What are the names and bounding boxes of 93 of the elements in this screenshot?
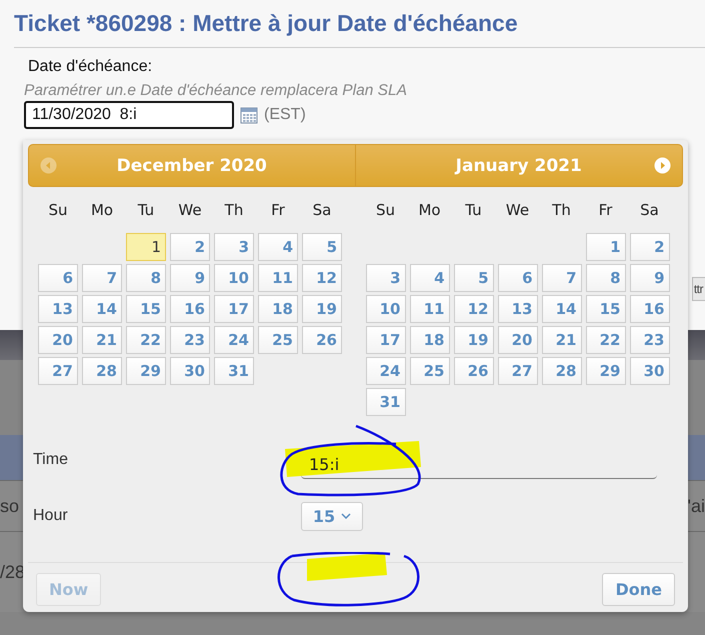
day-cell[interactable]: 17 [214,295,254,323]
day-cell[interactable]: 4 [258,233,298,261]
day-cell[interactable]: 29 [126,357,166,385]
day-cell[interactable]: 2 [630,233,670,261]
done-button[interactable]: Done [602,573,675,606]
day-cell[interactable]: 15 [126,295,166,323]
day-cell[interactable]: 22 [586,326,626,354]
day-cell[interactable]: 12 [302,264,342,292]
day-cell[interactable]: 8 [126,264,166,292]
day-cell[interactable]: 25 [258,326,298,354]
day-cell[interactable]: 13 [38,295,78,323]
dialog-title: Ticket *860298 : Mettre à jour Date d'échéance [13,9,519,38]
field-hint: Paramétrer un.e Date d'échéance remplacera Plan SLA [24,82,407,100]
partial-text: so [0,496,20,516]
day-cell[interactable]: 7 [542,264,582,292]
weekday-label: We [504,201,530,219]
day-cell[interactable]: 26 [302,326,342,354]
day-cell[interactable]: 3 [214,233,254,261]
day-cell[interactable]: 17 [366,326,406,354]
day-cell[interactable]: 29 [586,357,626,385]
day-cell[interactable]: 18 [410,326,450,354]
day-cell[interactable]: 6 [498,264,538,292]
day-cell[interactable]: 1 [126,233,166,261]
day-cell[interactable]: 24 [214,326,254,354]
weekday-label: Sa [312,201,332,219]
weekday-label: Th [224,201,244,219]
timezone-label: (EST) [264,106,306,124]
hour-select[interactable]: 15 [301,502,363,530]
day-cell[interactable]: 19 [302,295,342,323]
day-cell[interactable]: 12 [454,295,494,323]
day-cell[interactable]: 18 [258,295,298,323]
day-cell[interactable]: 11 [410,295,450,323]
day-cell[interactable]: 30 [170,357,210,385]
day-cell[interactable]: 19 [454,326,494,354]
day-cell[interactable]: 10 [214,264,254,292]
field-label: Date d'échéance: [28,58,152,76]
weekday-label: We [177,201,203,219]
weekday-label: Fr [598,201,614,219]
day-cell[interactable]: 26 [454,357,494,385]
chevron-icon [341,513,352,519]
day-cell[interactable]: 28 [542,357,582,385]
weekday-label: Su [374,201,396,219]
weekday-label: Tu [464,201,483,219]
day-cell[interactable]: 31 [366,388,406,416]
weekday-label: Su [47,201,69,219]
day-cell[interactable]: 11 [258,264,298,292]
day-cell[interactable]: 9 [630,264,670,292]
partial-button[interactable]: ttr [692,277,705,301]
month-header: January 2021 [356,144,683,187]
date-input-field[interactable]: 11/30/2020 8:i [24,101,234,129]
day-cell[interactable]: 16 [170,295,210,323]
day-cell[interactable]: 30 [630,357,670,385]
weekday-label: Mo [90,201,114,219]
day-cell[interactable]: 25 [410,357,450,385]
day-cell[interactable]: 20 [38,326,78,354]
day-cell[interactable]: 14 [542,295,582,323]
day-cell[interactable]: 31 [214,357,254,385]
day-cell[interactable]: 20 [498,326,538,354]
weekday-label: Mo [417,201,442,219]
day-cell[interactable]: 24 [366,357,406,385]
weekday-label: Sa [639,201,660,219]
partial-text: 'ai [688,496,705,516]
day-cell[interactable]: 4 [410,264,450,292]
day-cell[interactable]: 3 [366,264,406,292]
time-label: Time [33,451,69,469]
day-cell[interactable]: 14 [82,295,122,323]
day-cell[interactable]: 7 [82,264,122,292]
day-cell[interactable]: 21 [82,326,122,354]
day-cell[interactable]: 21 [542,326,582,354]
weekday-label: Th [551,201,572,219]
next-icon[interactable] [654,157,671,174]
day-cell[interactable]: 15 [586,295,626,323]
day-cell[interactable]: 16 [630,295,670,323]
day-cell[interactable]: 23 [170,326,210,354]
hour-label: Hour [33,507,69,525]
weekday-label: Fr [270,201,286,219]
day-cell[interactable]: 22 [126,326,166,354]
day-cell[interactable]: 8 [586,264,626,292]
day-cell[interactable]: 5 [302,233,342,261]
day-cell[interactable]: 28 [82,357,122,385]
day-cell[interactable]: 23 [630,326,670,354]
day-cell[interactable]: 13 [498,295,538,323]
weekday-label: Tu [136,201,156,219]
calendar-icon[interactable] [240,106,258,124]
day-cell[interactable]: 27 [498,357,538,385]
day-cell[interactable]: 9 [170,264,210,292]
day-cell[interactable]: 2 [170,233,210,261]
month-header: December 2020 [28,144,356,187]
day-cell[interactable]: 10 [366,295,406,323]
day-cell[interactable]: 1 [586,233,626,261]
day-cell[interactable]: 5 [454,264,494,292]
day-cell[interactable]: 27 [38,357,78,385]
day-cell[interactable]: 6 [38,264,78,292]
